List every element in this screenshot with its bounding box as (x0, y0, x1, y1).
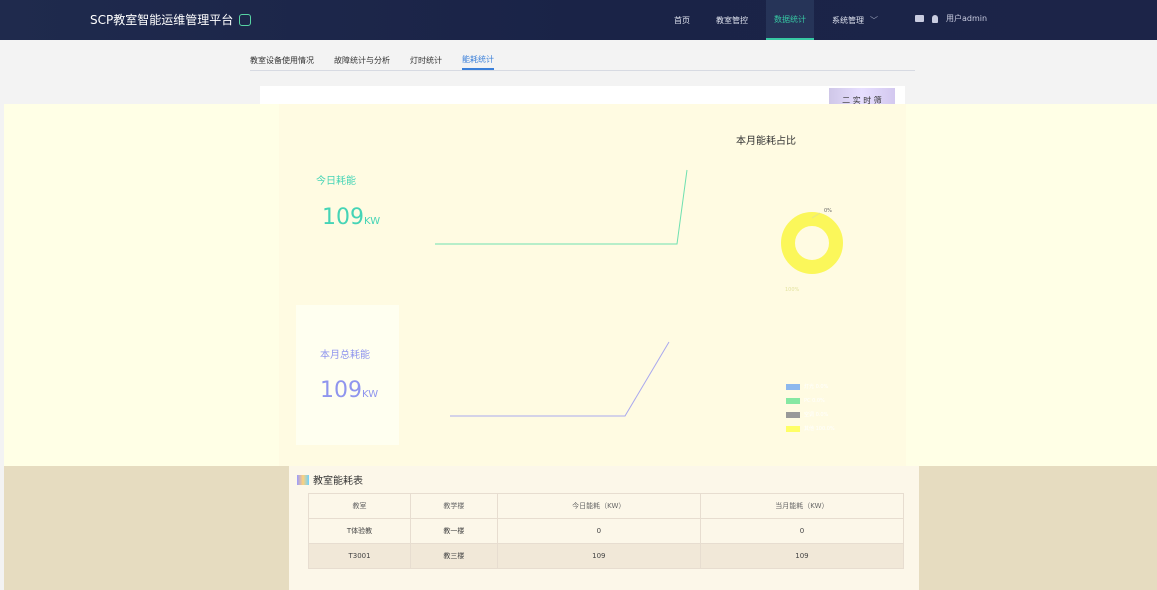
user-icon (932, 14, 938, 23)
legend-item-light[interactable]: 灯光 0.0% (786, 380, 835, 394)
month-value: 109KW (320, 378, 378, 403)
legend-swatch (786, 412, 800, 418)
legend-item-other[interactable]: 其他 100.0% (786, 422, 835, 436)
user-area: 用户admin (915, 13, 987, 24)
pie-label-top: 0% (824, 208, 832, 214)
cell-month: 0 (699, 518, 905, 544)
cell-today: 109 (496, 543, 701, 569)
table-row[interactable]: T体验教 教一楼 0 0 (307, 518, 905, 544)
cell-today: 0 (496, 518, 701, 544)
month-unit: KW (362, 389, 379, 400)
nav-home[interactable]: 首页 (666, 0, 698, 40)
legend-label: 其他 100.0% (804, 426, 835, 432)
cube-icon (239, 13, 252, 26)
today-line-chart (435, 169, 688, 245)
legend-item-ac[interactable]: 空调 0.0% (786, 408, 835, 422)
col-room: 教室 (307, 493, 412, 519)
legend-label: 灯光 0.0% (804, 384, 829, 390)
table-header-row: 教室 教学楼 今日能耗（KW） 当月能耗（KW） (307, 493, 905, 519)
legend-label: PC 0.0% (804, 398, 825, 404)
nav-system-admin[interactable]: 系统管理 (824, 0, 886, 40)
month-number: 109 (320, 378, 362, 403)
sub-tabs: 教室设备使用情况 故障统计与分析 灯时统计 能耗统计 (250, 50, 915, 71)
tab-device-usage[interactable]: 教室设备使用情况 (250, 50, 314, 70)
cell-room: T体验教 (307, 518, 412, 544)
month-line (450, 341, 670, 417)
cell-building: 教一楼 (410, 518, 498, 544)
tab-energy-stats[interactable]: 能耗统计 (462, 50, 494, 70)
nav-classroom-control[interactable]: 教室管控 (708, 0, 756, 40)
legend-swatch (786, 426, 800, 432)
energy-table: 教室 教学楼 今日能耗（KW） 当月能耗（KW） T体验教 教一楼 0 0 T3… (307, 493, 905, 569)
table-title-text: 教室能耗表 (313, 476, 363, 487)
month-line-chart (450, 341, 670, 417)
table-row[interactable]: T3001 教三楼 109 109 (307, 543, 905, 569)
pie-slice-other (781, 212, 843, 274)
legend-swatch (786, 398, 800, 404)
main-nav: 首页 教室管控 数据统计 系统管理 (666, 0, 886, 40)
today-value: 109KW (322, 205, 380, 230)
table-title: 教室能耗表 (297, 472, 363, 487)
month-card (296, 305, 399, 445)
legend-label: 空调 0.0% (804, 412, 829, 418)
cell-room: T3001 (307, 543, 412, 569)
col-month: 当月能耗（KW） (699, 493, 905, 519)
tab-lamp-hours[interactable]: 灯时统计 (410, 50, 442, 70)
today-title: 今日耗能 (316, 176, 356, 187)
energy-pie-chart (781, 212, 843, 274)
legend-item-pc[interactable]: PC 0.0% (786, 394, 835, 408)
tab-fault-stats[interactable]: 故障统计与分析 (334, 50, 390, 70)
pie-title: 本月能耗占比 (736, 136, 796, 147)
user-name[interactable]: 用户admin (946, 13, 987, 24)
table-icon (297, 474, 309, 485)
today-unit: KW (364, 216, 381, 227)
today-line (435, 169, 688, 245)
legend-swatch (786, 384, 800, 390)
pie-legend: 灯光 0.0% PC 0.0% 空调 0.0% 其他 100.0% (786, 380, 835, 436)
col-today: 今日能耗（KW） (496, 493, 701, 519)
col-building: 教学楼 (410, 493, 498, 519)
today-number: 109 (322, 205, 364, 230)
mail-icon[interactable] (915, 15, 924, 22)
brand[interactable]: SCP教室智能运维管理平台 (90, 11, 252, 28)
cell-building: 教三楼 (410, 543, 498, 569)
nav-data-stats[interactable]: 数据统计 (766, 0, 814, 40)
pie-label-bottom: 100% (785, 287, 800, 293)
panel-header (260, 86, 905, 106)
cell-month: 109 (699, 543, 905, 569)
brand-title: SCP教室智能运维管理平台 (90, 13, 234, 27)
month-title: 本月总耗能 (320, 350, 370, 361)
